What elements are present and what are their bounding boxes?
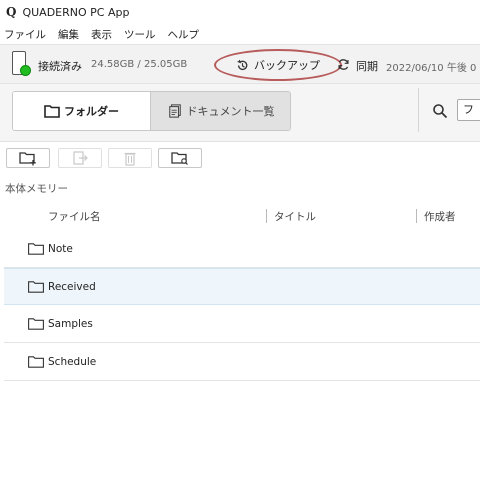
menu-help[interactable]: ヘルプ xyxy=(168,27,200,42)
folder-row[interactable]: Note xyxy=(4,231,480,268)
folder-icon xyxy=(28,318,44,330)
folder-name: Received xyxy=(48,280,96,293)
folder-search-icon xyxy=(171,152,188,165)
folder-row[interactable]: Samples xyxy=(4,306,480,343)
delete-button[interactable] xyxy=(108,148,152,168)
column-separator[interactable] xyxy=(416,209,417,223)
folder-row[interactable]: Schedule xyxy=(4,344,480,381)
column-separator[interactable] xyxy=(266,209,267,223)
trash-icon xyxy=(124,152,136,166)
menu-bar: ファイル 編集 表示 ツール ヘルプ xyxy=(0,24,480,44)
menu-edit[interactable]: 編集 xyxy=(58,27,79,42)
backup-button[interactable]: バックアップ xyxy=(214,49,342,81)
toolbar-divider xyxy=(418,88,419,132)
move-button[interactable] xyxy=(58,148,102,168)
view-toolbar: フォルダー ドキュメント一覧 xyxy=(0,84,480,142)
tab-folder-label: フォルダー xyxy=(64,105,119,118)
app-logo: Q xyxy=(6,5,17,19)
title-bar: Q QUADERNO PC App xyxy=(0,0,480,24)
search-input[interactable]: フ xyxy=(457,99,480,121)
documents-icon xyxy=(168,104,181,118)
connected-indicator-icon xyxy=(20,65,31,76)
folder-icon xyxy=(28,243,44,255)
new-folder-icon xyxy=(19,152,36,166)
search-icon[interactable] xyxy=(432,103,448,119)
folder-name: Samples xyxy=(48,318,93,330)
sync-button[interactable]: 同期 xyxy=(356,58,378,74)
storage-usage: 24.58GB / 25.05GB xyxy=(91,59,188,70)
column-header-filename[interactable]: ファイル名 xyxy=(48,209,101,224)
folder-name: Note xyxy=(48,243,73,255)
menu-tools[interactable]: ツール xyxy=(124,27,156,42)
folder-icon xyxy=(28,356,44,368)
tab-folder-view[interactable]: フォルダー xyxy=(13,92,151,130)
folder-row-selected[interactable]: Received xyxy=(4,268,480,305)
move-icon xyxy=(73,151,88,165)
menu-file[interactable]: ファイル xyxy=(4,27,46,42)
sync-icon[interactable] xyxy=(337,58,350,71)
tab-document-list-label: ドキュメント一覧 xyxy=(186,105,275,118)
column-header-title[interactable]: タイトル xyxy=(274,209,316,224)
backup-label: バックアップ xyxy=(254,59,320,72)
new-folder-button[interactable] xyxy=(6,148,50,168)
history-icon xyxy=(237,59,248,70)
tab-document-list[interactable]: ドキュメント一覧 xyxy=(151,92,290,130)
folder-icon xyxy=(44,105,60,118)
folder-icon xyxy=(28,280,44,293)
search-folder-button[interactable] xyxy=(158,148,202,168)
connection-status: 接続済み xyxy=(38,60,82,73)
app-title: QUADERNO PC App xyxy=(22,5,130,19)
column-header-author[interactable]: 作成者 xyxy=(424,209,456,224)
device-status-bar: 接続済み 24.58GB / 25.05GB バックアップ 同期 2022/06… xyxy=(0,44,480,84)
view-switcher: フォルダー ドキュメント一覧 xyxy=(12,91,291,131)
last-sync-time: 2022/06/10 午後 0 xyxy=(386,63,477,74)
menu-view[interactable]: 表示 xyxy=(91,27,112,42)
section-label: 本体メモリー xyxy=(5,183,68,195)
folder-name: Schedule xyxy=(48,356,97,368)
